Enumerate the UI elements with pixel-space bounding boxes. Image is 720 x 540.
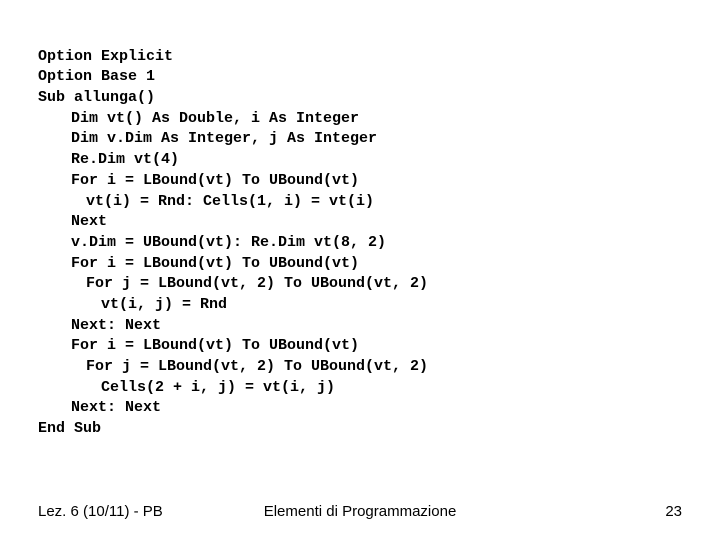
code-line: Dim vt() As Double, i As Integer — [38, 109, 359, 130]
code-line: Cells(2 + i, j) = vt(i, j) — [38, 378, 335, 399]
code-line: Option Explicit — [38, 48, 173, 65]
code-line: Sub allunga() — [38, 89, 155, 106]
code-line: For i = LBound(vt) To UBound(vt) — [38, 171, 359, 192]
code-line: vt(i, j) = Rnd — [38, 295, 227, 316]
code-line: End Sub — [38, 420, 101, 437]
code-line: For i = LBound(vt) To UBound(vt) — [38, 254, 359, 275]
slide: Option Explicit Option Base 1 Sub allung… — [0, 0, 720, 540]
code-line: Next: Next — [38, 316, 161, 337]
code-line: Next — [38, 212, 107, 233]
code-line: Re.Dim vt(4) — [38, 150, 179, 171]
code-line: For j = LBound(vt, 2) To UBound(vt, 2) — [38, 274, 428, 295]
code-line: v.Dim = UBound(vt): Re.Dim vt(8, 2) — [38, 233, 386, 254]
code-line: Next: Next — [38, 398, 161, 419]
code-line: For i = LBound(vt) To UBound(vt) — [38, 336, 359, 357]
code-line: vt(i) = Rnd: Cells(1, i) = vt(i) — [38, 192, 374, 213]
footer: Lez. 6 (10/11) - PB Elementi di Programm… — [38, 503, 682, 520]
code-line: Dim v.Dim As Integer, j As Integer — [38, 129, 377, 150]
page-number: 23 — [665, 503, 682, 520]
code-line: For j = LBound(vt, 2) To UBound(vt, 2) — [38, 357, 428, 378]
footer-left: Lez. 6 (10/11) - PB — [38, 503, 163, 520]
code-line: Option Base 1 — [38, 68, 155, 85]
code-block: Option Explicit Option Base 1 Sub allung… — [38, 26, 682, 460]
